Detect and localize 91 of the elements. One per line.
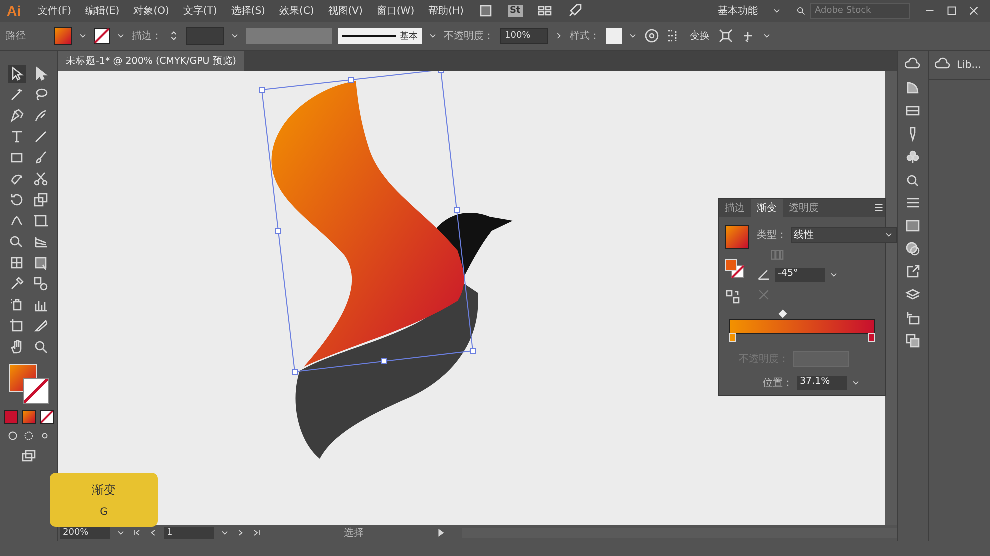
opacity-label: 不透明度： [444, 30, 494, 43]
menu-item[interactable]: 对象(O) [134, 4, 170, 18]
panel-tab[interactable]: 渐变 [751, 199, 783, 217]
panel-icon[interactable] [478, 3, 494, 19]
current-tool-label: 选择 [344, 526, 364, 540]
free-transform-icon[interactable] [32, 213, 48, 229]
fill-stroke-swatches[interactable] [8, 364, 48, 404]
gradient-tool-icon[interactable] [32, 255, 48, 271]
stroke-swatch[interactable] [94, 28, 110, 44]
reverse-gradient-icon[interactable] [725, 289, 741, 305]
menu-item[interactable]: 选择(S) [231, 4, 266, 18]
gradient-slider[interactable] [729, 319, 875, 334]
first-page-icon[interactable] [132, 528, 142, 538]
pen-icon[interactable] [8, 108, 24, 124]
hand-icon[interactable] [8, 339, 24, 355]
search-icon[interactable] [796, 6, 806, 16]
workspace-switcher[interactable]: 基本功能 [718, 4, 758, 18]
menu-item[interactable]: 效果(C) [279, 4, 314, 18]
opacity-field[interactable]: 100% [500, 28, 548, 44]
tooltip-shortcut: G [100, 507, 108, 518]
recolor-icon[interactable] [644, 28, 660, 44]
menu-item[interactable]: 窗口(W) [376, 4, 415, 18]
none-mode-icon[interactable] [40, 410, 54, 424]
search-field[interactable]: Adobe Stock [810, 3, 910, 19]
rotate-icon[interactable] [8, 192, 24, 208]
gradient-mode-icon[interactable] [22, 410, 36, 424]
horizontal-scrollbar[interactable] [462, 528, 897, 538]
type-label: 类型： [757, 228, 787, 242]
stroke-profile-dropdown[interactable]: 基本 [338, 28, 422, 44]
artboard-icon[interactable] [8, 318, 24, 334]
panel-tab[interactable]: 描边 [719, 199, 751, 217]
gradient-swatch[interactable] [725, 225, 749, 249]
selection-bounding-box[interactable] [259, 71, 476, 375]
menu-item[interactable]: 文件(F) [38, 4, 72, 18]
artboard-field[interactable]: 1 [164, 527, 214, 539]
tooltip-title: 渐变 [92, 482, 116, 499]
scale-icon[interactable] [32, 192, 48, 208]
fill-swatch[interactable] [54, 27, 72, 45]
export-icon[interactable] [905, 264, 921, 280]
asset-export-icon[interactable] [905, 333, 921, 349]
vertical-scrollbar[interactable] [885, 71, 897, 525]
selection-label: 路径 [6, 30, 26, 43]
isolate-icon[interactable] [718, 28, 734, 44]
menu-item[interactable]: 编辑(E) [86, 4, 120, 18]
panel-menu-icon[interactable] [873, 202, 885, 214]
app-logo: Ai [6, 3, 22, 19]
color-guide-icon[interactable] [905, 80, 921, 96]
aspect-ratio-icon [757, 288, 771, 302]
fill-stroke-swatch[interactable] [725, 259, 745, 279]
libraries-label[interactable]: Lib... [957, 60, 982, 70]
mesh-icon[interactable] [8, 255, 24, 271]
menu-item[interactable]: 视图(V) [328, 4, 363, 18]
angle-icon [757, 268, 771, 282]
play-icon[interactable] [436, 528, 446, 538]
transparency-icon[interactable] [905, 241, 921, 257]
stroke-weight-field[interactable] [186, 27, 224, 45]
stock-badge[interactable]: St [508, 5, 523, 17]
midpoint-handle[interactable] [778, 310, 788, 318]
symbols-icon[interactable] [905, 149, 921, 165]
style-swatch[interactable] [606, 28, 622, 44]
location-label: 位置： [763, 376, 793, 390]
color-stop[interactable] [729, 333, 736, 342]
perspective-grid-icon[interactable] [32, 234, 48, 250]
stroke-label: 描边： [132, 30, 162, 43]
panel-tab[interactable]: 透明度 [783, 199, 825, 217]
zoom-field[interactable]: 200% [60, 527, 110, 539]
style-label: 样式： [570, 30, 600, 43]
draw-normal-icon[interactable] [6, 430, 18, 442]
document-tab[interactable]: 未标题-1* @ 200% (CMYK/GPU 预览) [58, 51, 244, 71]
angle-field[interactable]: -45° [775, 268, 825, 282]
menu-item[interactable]: 文字(T) [183, 4, 218, 18]
blend-icon[interactable] [32, 276, 48, 292]
color-stop[interactable] [868, 333, 875, 342]
draw-behind-icon[interactable] [22, 430, 34, 442]
transform-button[interactable]: 变换 [688, 29, 712, 43]
artboards-icon[interactable] [905, 310, 921, 326]
scissors-icon[interactable] [32, 171, 48, 187]
screen-mode-icon[interactable] [20, 448, 36, 464]
symbol-sprayer-icon[interactable] [8, 297, 24, 313]
curvature-pen-icon[interactable] [32, 108, 48, 124]
location-field[interactable]: 37.1% [797, 376, 847, 390]
gradient-type-dropdown[interactable]: 线性 [791, 227, 897, 243]
gradient-panel-icon[interactable] [905, 218, 921, 234]
last-page-icon[interactable] [252, 528, 262, 538]
zoom-icon[interactable] [32, 339, 48, 355]
maximize-icon[interactable] [946, 5, 958, 17]
menu-item[interactable]: 帮助(H) [428, 4, 464, 18]
color-mode-icon[interactable] [4, 410, 18, 424]
slice-icon[interactable] [32, 318, 48, 334]
close-icon[interactable] [968, 5, 980, 17]
shape-builder-icon[interactable] [8, 234, 24, 250]
